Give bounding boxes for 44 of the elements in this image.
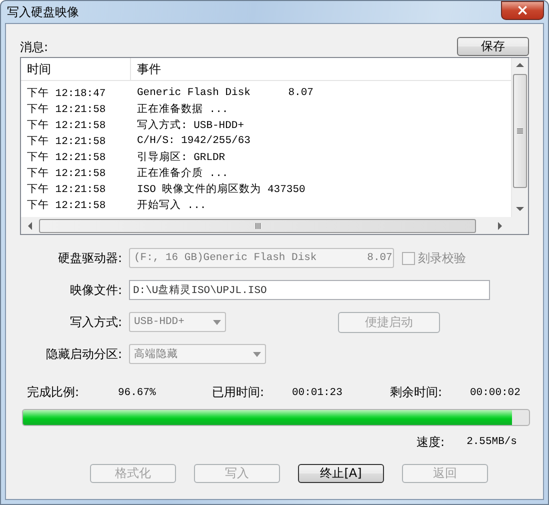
time-cell-text: 下午 12:21:58 — [26, 150, 107, 164]
scrollbar-thumb[interactable] — [39, 218, 476, 232]
event-cell-text: 开始写入 ... — [136, 198, 208, 212]
scrollbar-thumb[interactable] — [513, 74, 527, 188]
time-cell-text: 下午 12:21:58 — [26, 134, 107, 148]
speed-value: 2.55MB/s — [466, 436, 517, 448]
column-header[interactable]: 时间 — [21, 58, 131, 80]
field-label: 写入方式: — [68, 314, 123, 330]
dropdown-arrow-icon — [213, 320, 221, 324]
event-cell-text: 写入方式: USB-HDD+ — [136, 118, 246, 132]
window-title: 写入硬盘映像 — [6, 4, 79, 20]
time-cell-text: 下午 12:21:58 — [26, 118, 107, 132]
time-cell-text: 下午 12:21:58 — [26, 166, 107, 180]
input-field[interactable]: D:\U盘精灵ISO\UPJL.ISO — [129, 280, 490, 300]
column-header[interactable]: 事件 — [131, 58, 511, 80]
event-cell-text: 正在准备数据 ... — [136, 102, 230, 116]
action-button[interactable]: 终止[A] — [298, 464, 384, 483]
messages-label: 消息: — [20, 39, 48, 56]
scroll-left-icon[interactable] — [27, 222, 33, 230]
field-label: 硬盘驱动器: — [56, 250, 123, 266]
remaining-value: 00:00:02 — [470, 386, 522, 398]
elapsed-value: 00:01:23 — [292, 386, 344, 398]
scroll-down-icon[interactable] — [516, 206, 524, 212]
progress-label: 完成比例: — [27, 384, 80, 401]
close-button[interactable]: × — [501, 1, 544, 20]
time-cell-text: 下午 12:18:47 — [26, 86, 107, 100]
event-cell-text: ISO 映像文件的扇区数为 437350 — [136, 182, 306, 196]
elapsed-label: 已用时间: — [212, 384, 266, 401]
time-cell-text: 下午 12:21:58 — [26, 102, 107, 116]
speed-label: 速度: — [416, 434, 445, 450]
time-cell-text: 下午 12:21:58 — [26, 198, 107, 212]
field-label: 隐藏启动分区: — [44, 346, 123, 362]
progress-value: 96.67% — [118, 386, 157, 398]
time-cell-text: 下午 12:21:58 — [26, 182, 107, 196]
field-label: 映像文件: — [68, 282, 123, 298]
event-cell-text: 引导扇区: GRLDR — [136, 150, 226, 164]
event-cell-text: Generic Flash Disk 8.07 — [136, 87, 314, 99]
save-button[interactable]: 保存 — [457, 37, 529, 56]
scroll-up-icon[interactable] — [516, 62, 524, 68]
event-cell-text: C/H/S: 1942/255/63 — [136, 135, 252, 147]
remaining-label: 剩余时间: — [390, 384, 444, 401]
dropdown-arrow-icon — [253, 352, 261, 356]
event-cell-text: 正在准备介质 ... — [136, 166, 230, 180]
scroll-right-icon[interactable] — [497, 222, 503, 230]
